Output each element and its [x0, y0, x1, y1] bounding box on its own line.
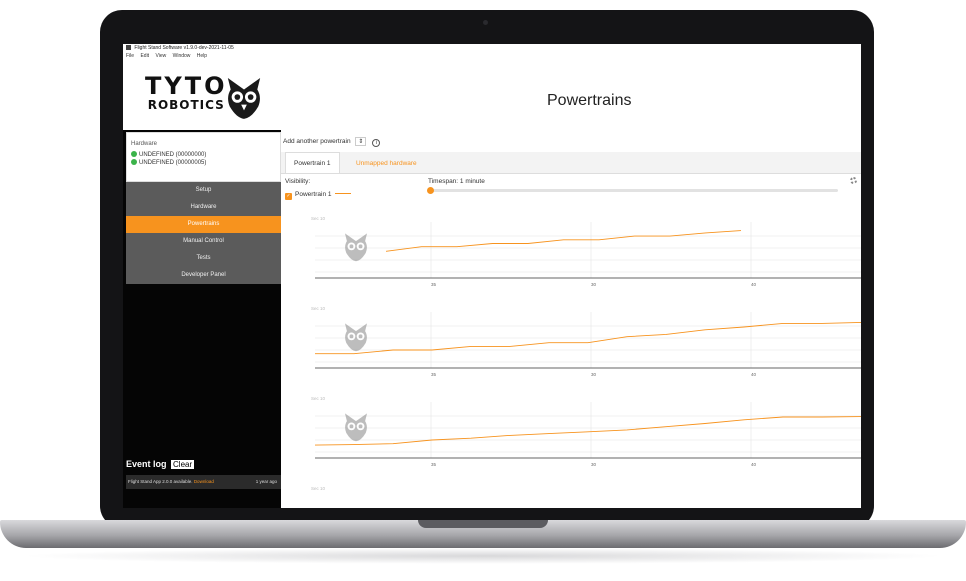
chart-plot: 35 30 40 [314, 402, 861, 467]
chart-plot: 35 30 40 [315, 222, 861, 287]
app-window: Flight Stand Software v1.9.0-dev-2021-11… [123, 44, 861, 508]
window-titlebar: Flight Stand Software v1.9.0-dev-2021-11… [123, 44, 861, 52]
laptop-shadow [20, 548, 946, 564]
app-icon [126, 45, 131, 51]
hardware-item-label: UNDEFINED (00000005) [139, 160, 207, 166]
brand-logo: TYTO ROBOTICS [145, 74, 228, 112]
x-tick-label: 30 [591, 462, 597, 467]
check-circle-icon [131, 159, 137, 165]
hardware-title: Hardware [131, 141, 158, 147]
sidebar-nav: Setup Hardware Powertrains Manual Contro… [126, 182, 281, 284]
logo-area: TYTO ROBOTICS [123, 62, 281, 130]
sidebar-item-setup[interactable]: Setup [126, 182, 281, 199]
hardware-item-label: UNDEFINED (00000000) [139, 152, 207, 158]
line-chart: Sec 10 35 30 40 [281, 294, 861, 382]
event-log-label: Event log [126, 459, 167, 469]
menu-file[interactable]: File [126, 53, 134, 59]
sidebar-item-hardware[interactable]: Hardware [126, 199, 281, 216]
x-tick-label: 30 [591, 282, 597, 287]
powertrain-tabs: Powertrain 1 Unmapped hardware [281, 152, 861, 174]
laptop-notch [418, 520, 548, 528]
add-powertrain-label: Add another powertrain [283, 138, 351, 145]
menu-window[interactable]: Window [173, 53, 191, 59]
sidebar-item-developer-panel[interactable]: Developer Panel [126, 267, 281, 284]
download-link[interactable]: Download [194, 479, 214, 484]
log-entry-text: Flight Stand App 2.0.0 available. [128, 479, 193, 484]
owl-watermark-icon [344, 413, 368, 442]
line-chart: Sec 10 [281, 474, 861, 508]
sidebar: TYTO ROBOTICS Hardware UNDEFINED (000000… [123, 62, 281, 508]
gear-icon[interactable] [850, 177, 857, 184]
event-log: Event log Clear Flight Stand App 2.0.0 a… [126, 459, 281, 489]
x-tick-label: 40 [751, 462, 757, 467]
menu-view[interactable]: View [155, 53, 166, 59]
hardware-item[interactable]: UNDEFINED (00000005) [131, 159, 280, 167]
x-tick-label: 35 [431, 282, 437, 287]
window-title: Flight Stand Software v1.9.0-dev-2021-11… [134, 45, 234, 51]
line-chart: Sec 10 35 30 40 [281, 204, 861, 292]
log-entry: Flight Stand App 2.0.0 available. Downlo… [126, 475, 281, 489]
menu-bar: File Edit View Window Help [123, 52, 212, 60]
logo-line1: TYTO [145, 72, 228, 100]
checkbox-icon[interactable]: ✓ [285, 193, 292, 200]
logo-line2: ROBOTICS [147, 98, 225, 112]
camera-icon [483, 20, 488, 25]
info-icon[interactable]: i [372, 139, 381, 147]
series-swatch [334, 193, 351, 194]
menu-edit[interactable]: Edit [140, 53, 149, 59]
hardware-panel: Hardware UNDEFINED (00000000) UNDEFINED … [126, 132, 281, 182]
page-title: Powertrains [547, 92, 632, 109]
timespan-label: Timespan: 1 minute [428, 178, 485, 185]
menu-help[interactable]: Help [197, 53, 207, 59]
visibility-item-label: Powertrain 1 [295, 191, 332, 198]
line-chart: Sec 10 35 30 40 [281, 384, 861, 472]
timespan-slider[interactable] [428, 189, 838, 192]
owl-watermark-icon [344, 323, 368, 352]
x-tick-label: 40 [751, 282, 757, 287]
check-circle-icon [131, 151, 137, 157]
clear-button[interactable]: Clear [171, 460, 195, 469]
owl-watermark-icon [344, 233, 368, 262]
x-tick-label: 35 [431, 462, 437, 467]
add-powertrain-select[interactable]: ⇕ [355, 137, 367, 146]
log-entry-time: 1 year ago [255, 479, 277, 484]
event-log-title: Event log Clear [126, 459, 281, 469]
tab-powertrain-1[interactable]: Powertrain 1 [285, 152, 340, 173]
add-powertrain-row: Add another powertrain ⇕ i [283, 137, 381, 147]
series-line [314, 416, 861, 446]
hardware-item[interactable]: UNDEFINED (00000000) [131, 151, 280, 159]
timespan-slider-handle[interactable] [427, 187, 434, 194]
x-tick-label: 40 [751, 372, 757, 377]
sidebar-item-powertrains[interactable]: Powertrains [126, 216, 281, 233]
chart-area: Sec 10 35 30 40 Sec 10 35 30 40 Sec 10 35 30 40 Sec … [281, 204, 861, 508]
sidebar-item-manual-control[interactable]: Manual Control [126, 233, 281, 250]
tab-unmapped-hardware[interactable]: Unmapped hardware [348, 153, 425, 174]
sidebar-item-tests[interactable]: Tests [126, 250, 281, 267]
chart-plot: 35 30 40 [315, 312, 861, 377]
owl-logo-icon [227, 78, 261, 119]
x-tick-label: 35 [431, 372, 437, 377]
chart-plot [281, 474, 861, 508]
visibility-label: Visibility: [285, 178, 311, 185]
visibility-toggle[interactable]: ✓ Powertrain 1 [285, 191, 351, 200]
x-tick-label: 30 [591, 372, 597, 377]
